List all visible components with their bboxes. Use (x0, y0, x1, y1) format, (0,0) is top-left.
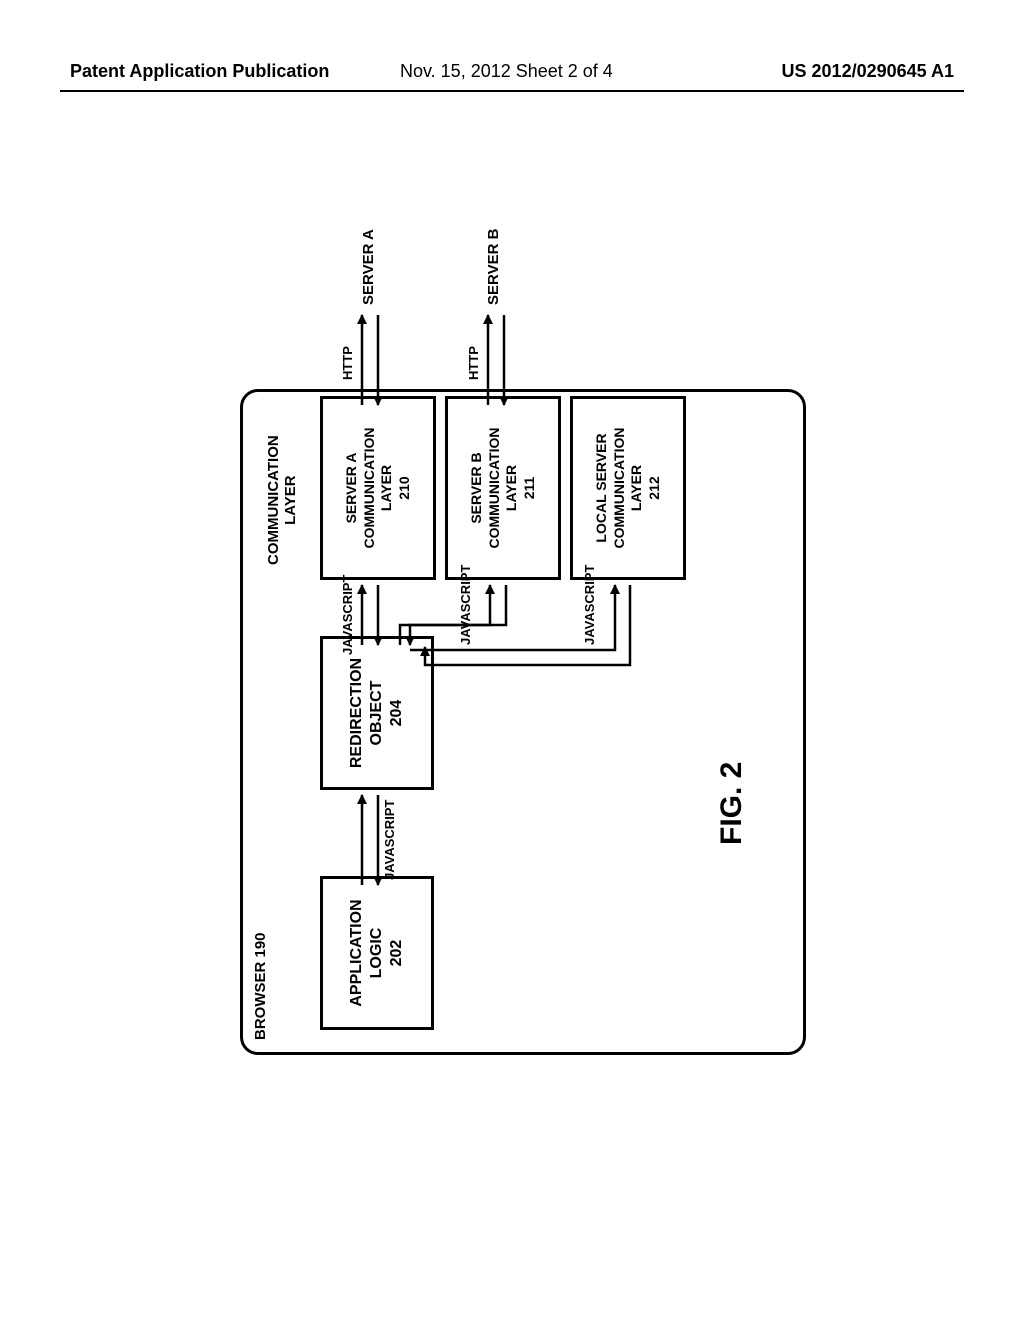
diagram-stage: BROWSER 190 APPLICATION LOGIC 202 REDIRE… (210, 235, 830, 1055)
header-left: Patent Application Publication (70, 61, 329, 82)
arrows-svg (210, 235, 830, 1055)
figure-caption: FIG. 2 (715, 762, 749, 845)
figure-area: BROWSER 190 APPLICATION LOGIC 202 REDIRE… (60, 145, 964, 1225)
